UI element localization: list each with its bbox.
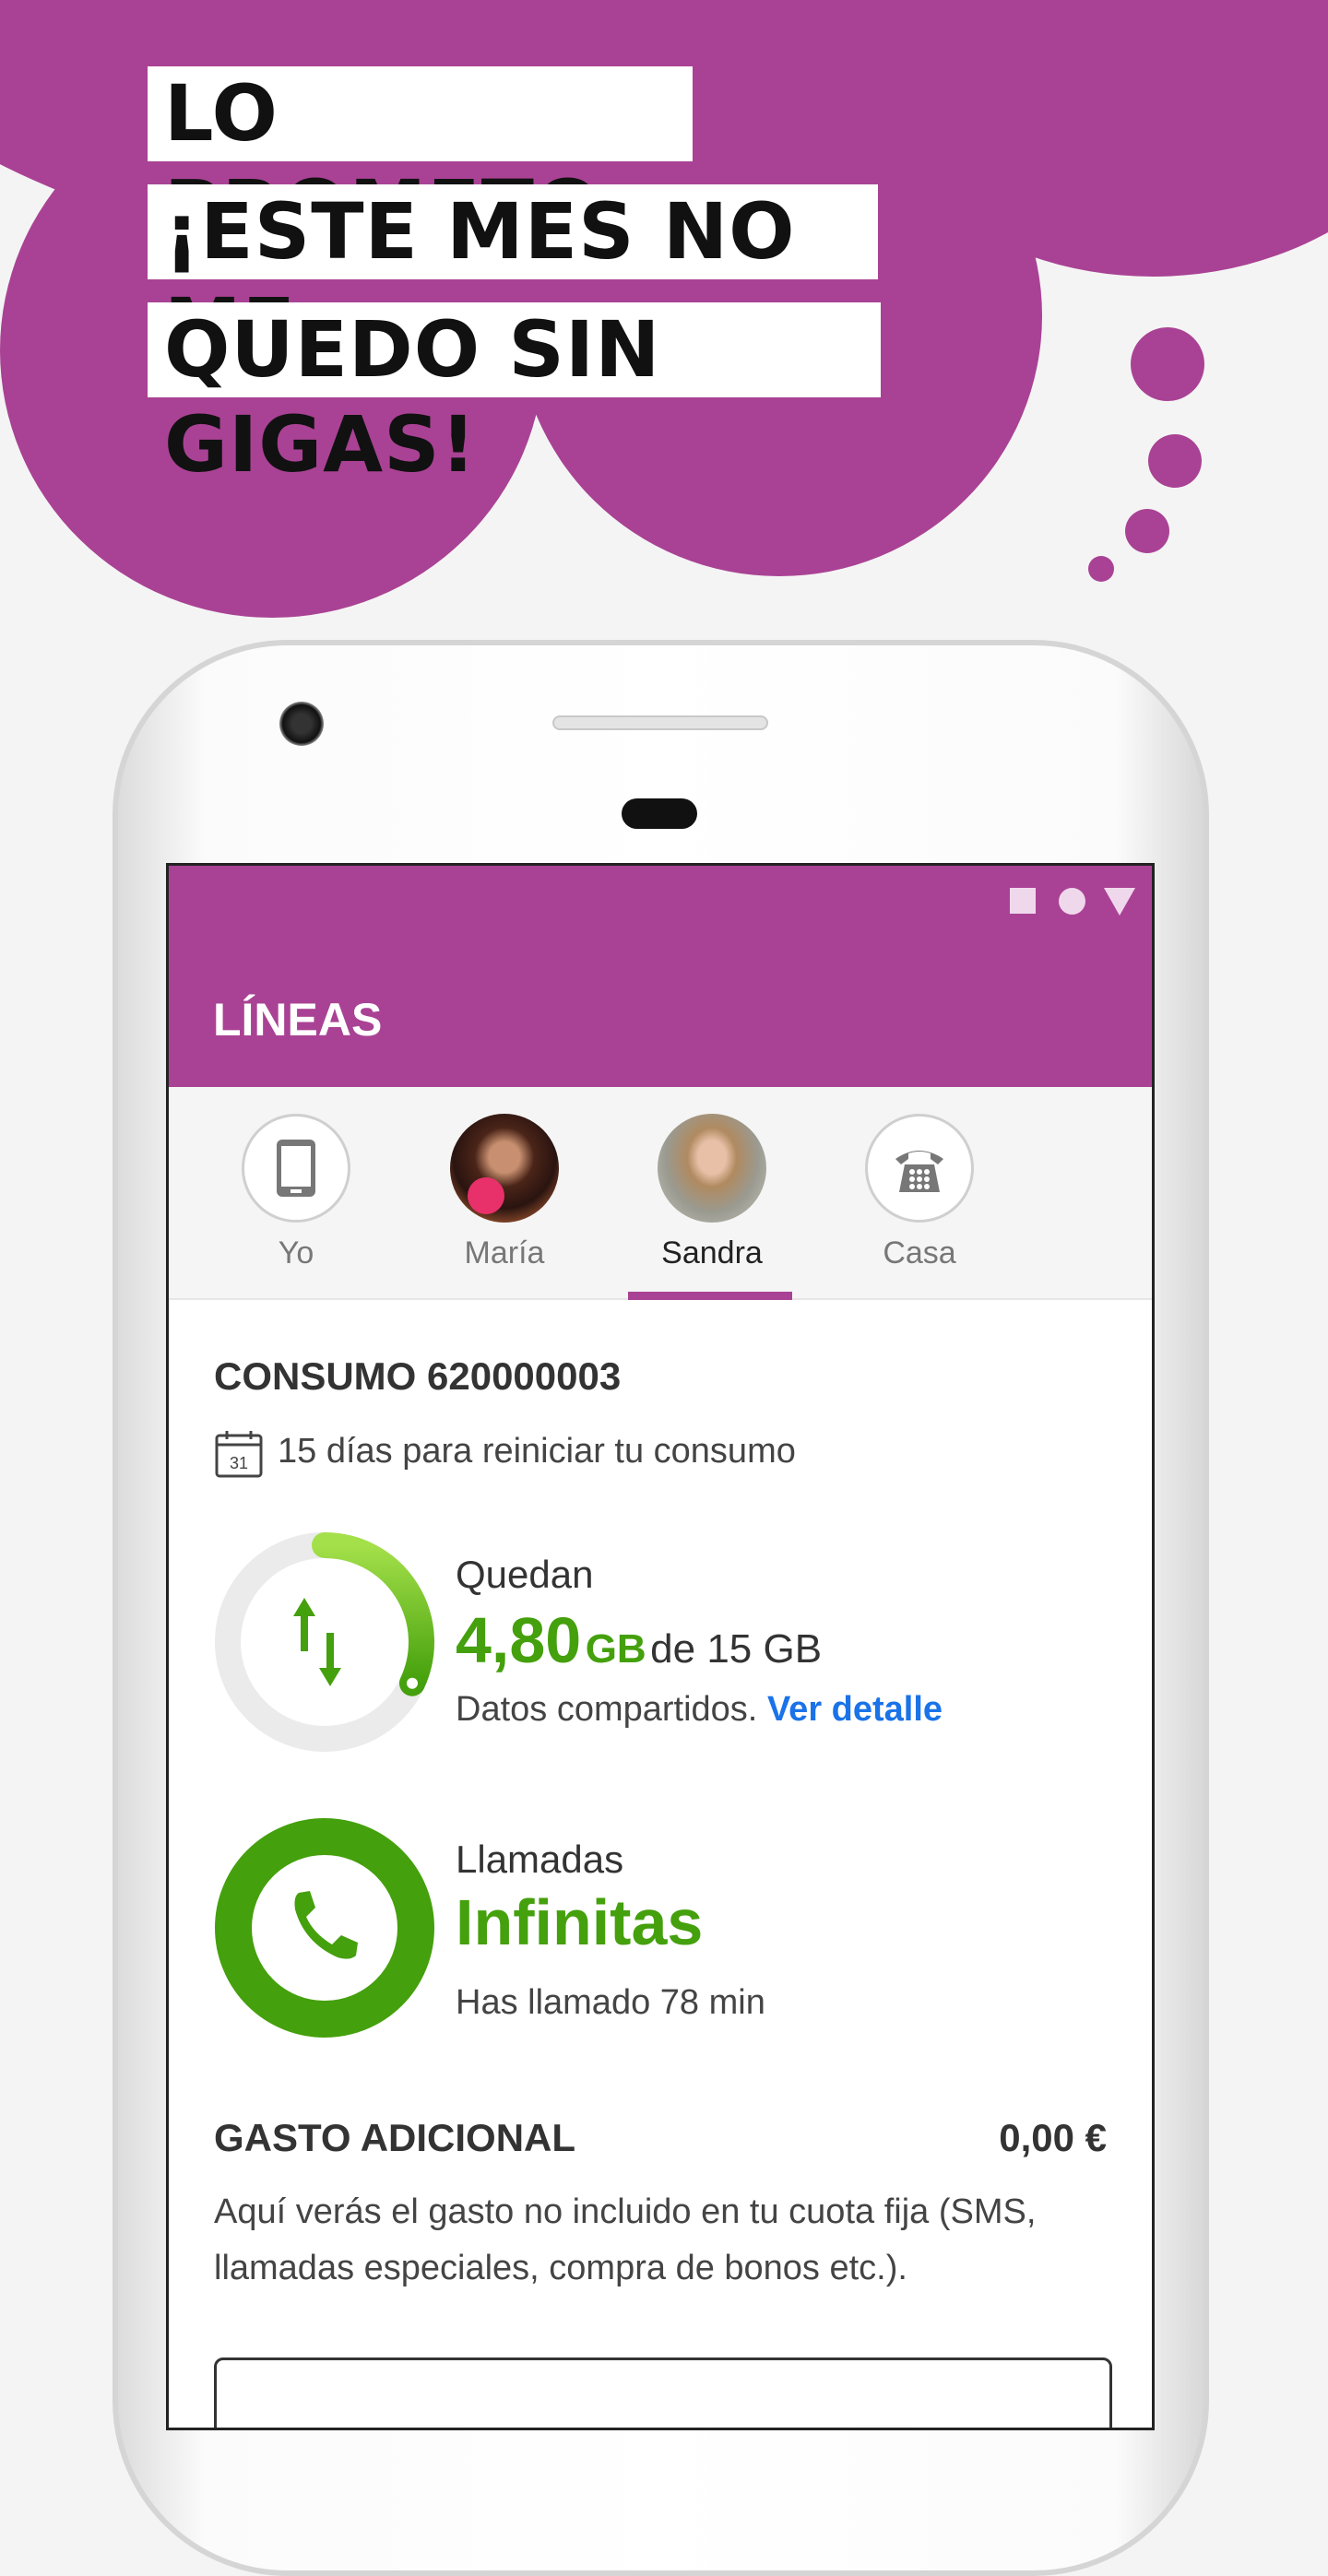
avatar [450,1114,559,1223]
data-transfer-icon [293,1598,341,1686]
front-camera [279,702,324,746]
tab-label: María [464,1235,545,1270]
tab-casa[interactable]: Casa [827,1087,1012,1271]
calendar-icon: 31 [214,1428,266,1484]
data-label: Quedan [456,1553,594,1596]
tab-label: Casa [883,1235,956,1270]
data-total: de 15 GB [650,1626,823,1672]
reset-text: 15 días para reiniciar tu consumo [278,1432,796,1471]
ver-detalle-link[interactable]: Ver detalle [767,1690,943,1729]
gasto-amount: 0,00 € [999,2116,1107,2159]
circle-icon [1059,888,1085,915]
landline-phone-icon [865,1114,974,1223]
speaker-grille [552,715,768,730]
mobile-phone-icon [242,1114,350,1223]
headline-line-1: LO PROMETO, [148,66,693,254]
lines-tabs: Yo María Sandra Casa [169,1087,1152,1300]
data-amount-row: 4,80 GB de 15 GB [456,1603,822,1677]
gasto-description: Aquí verás el gasto no incluido en tu cu… [214,2192,1037,2287]
data-unit: GB [585,1626,646,1672]
data-note: Datos compartidos. [456,1690,758,1729]
data-usage-ring [215,1532,434,1752]
sensor [622,798,697,829]
tab-label: Sandra [661,1235,763,1270]
consumo-title: CONSUMO 620000003 [214,1354,622,1398]
app-bar: LÍNEAS [169,866,1152,1087]
tab-yo[interactable]: Yo [204,1087,388,1271]
calls-used: Has llamado 78 min [456,1983,765,2022]
data-amount: 4,80 [456,1604,582,1676]
action-button[interactable] [214,2357,1112,2428]
svg-text:31: 31 [230,1454,248,1472]
calls-value: Infinitas [456,1886,704,1958]
app-screen: LÍNEAS Yo María Sandra Casa CONSUMO 6200… [166,863,1155,2430]
calls-ring [215,1818,434,2038]
avatar [658,1114,766,1223]
tab-label: Yo [278,1235,314,1270]
headline-line-2: ¡ESTE MES NO ME [148,184,878,372]
calls-label: Llamadas [456,1837,624,1881]
tab-maria[interactable]: María [412,1087,597,1271]
square-icon [1010,888,1036,914]
gasto-title: GASTO ADICIONAL [214,2116,576,2159]
data-note-row: Datos compartidos. Ver detalle [456,1690,943,1730]
phone-icon [294,1891,358,1959]
page-title: LÍNEAS [213,994,383,1046]
active-tab-indicator [628,1292,792,1300]
tab-sandra[interactable]: Sandra [620,1087,804,1271]
headline-line-3: QUEDO SIN GIGAS! [148,302,881,490]
triangle-icon [1104,888,1135,916]
